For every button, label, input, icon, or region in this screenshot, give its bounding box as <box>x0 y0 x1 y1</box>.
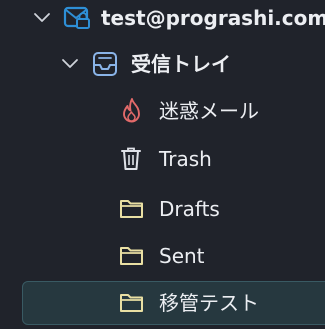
folder-icon <box>118 234 146 278</box>
inbox-label: 受信トレイ <box>131 52 231 76</box>
folder-item-sent[interactable]: Sent <box>0 234 325 278</box>
chevron-down-icon[interactable] <box>32 0 52 40</box>
account-envelope-lock-icon <box>63 0 91 40</box>
folder-item-trash[interactable]: Trash <box>0 137 325 181</box>
inbox-row[interactable]: 受信トレイ <box>0 42 325 86</box>
junk-flame-icon <box>118 89 146 133</box>
account-row[interactable]: test@prograshi.com <box>0 0 325 40</box>
folder-icon <box>118 282 146 324</box>
chevron-down-icon[interactable] <box>60 42 80 86</box>
folder-label: Sent <box>159 244 205 268</box>
folder-tree: test@prograshi.com 受信トレイ 迷惑メール Trash Dra… <box>0 0 325 329</box>
account-label: test@prograshi.com <box>101 6 325 30</box>
folder-label: 移管テスト <box>159 291 259 315</box>
folder-item-drafts[interactable]: Drafts <box>0 187 325 231</box>
folder-label: 迷惑メール <box>159 99 259 123</box>
trash-icon <box>118 137 146 181</box>
inbox-icon <box>92 42 120 86</box>
folder-item-junk[interactable]: 迷惑メール <box>0 89 325 133</box>
folder-label: Drafts <box>159 197 220 221</box>
folder-item-migration-test[interactable]: 移管テスト <box>22 281 325 325</box>
folder-label: Trash <box>159 147 212 171</box>
folder-icon <box>118 187 146 231</box>
